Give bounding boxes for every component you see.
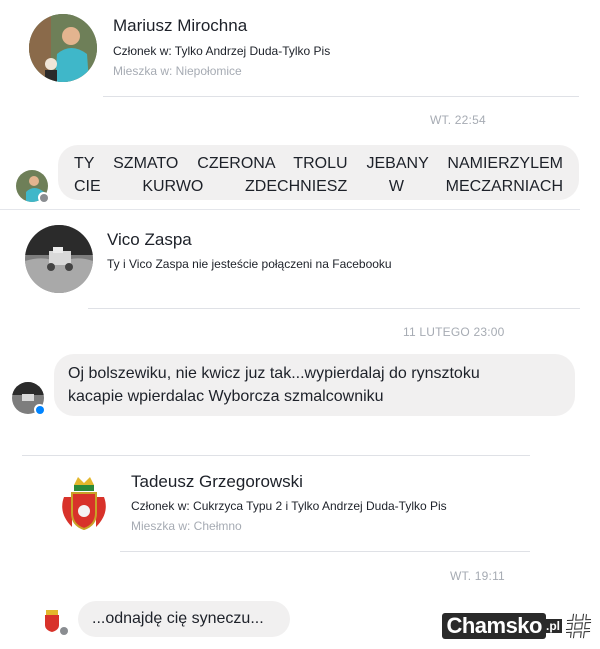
profile-avatar-coat-of-arms[interactable] [50, 467, 118, 535]
divider [88, 308, 580, 309]
messenger-badge [34, 404, 45, 415]
profile-name[interactable]: Vico Zaspa [107, 230, 192, 250]
message-timestamp: WT. 22:54 [430, 113, 486, 127]
watermark-suffix: .pl [544, 619, 562, 633]
divider [120, 551, 530, 552]
divider [22, 455, 530, 456]
message-bubble[interactable]: TY SZMATO CZERONA TROLU JEBANY NAMIERZYL… [58, 145, 579, 200]
profile-name[interactable]: Tadeusz Grzegorowski [131, 472, 303, 492]
profile-name[interactable]: Mariusz Mirochna [113, 16, 247, 36]
divider [103, 96, 579, 97]
message-line: kacapie wpierdalac Wyborcza szmalcowniku [68, 388, 384, 405]
thread-separator [0, 440, 580, 441]
profile-location: Mieszka w: Niepołomice [113, 64, 242, 78]
profile-location: Mieszka w: Chełmno [131, 519, 242, 533]
thread-separator [0, 209, 580, 210]
message-line: TY SZMATO CZERONA TROLU JEBANY NAMIERZYL… [74, 155, 563, 172]
message-line: Oj bolszewiku, nie kwicz juz tak...wypie… [68, 365, 480, 382]
message-timestamp: WT. 19:11 [450, 569, 505, 583]
message-timestamp: 11 LUTEGO 23:00 [403, 325, 505, 339]
message-bubble[interactable]: Oj bolszewiku, nie kwicz juz tak...wypie… [54, 354, 575, 416]
message-bubble[interactable]: ...odnajdę cię syneczu... [78, 601, 290, 637]
profile-avatar[interactable] [25, 225, 93, 293]
profile-membership: Członek w: Cukrzyca Typu 2 i Tylko Andrz… [131, 499, 447, 513]
message-line: ...odnajdę cię syneczu... [92, 610, 264, 627]
watermark-text: Chamsko [442, 613, 546, 639]
profile-membership: Członek w: Tylko Andrzej Duda-Tylko Pis [113, 44, 331, 58]
watermark-logo: Chamsko .pl [442, 611, 594, 641]
profile-connection: Ty i Vico Zaspa nie jesteście połączeni … [107, 257, 392, 271]
status-badge [58, 625, 69, 636]
hashtag-icon [565, 613, 592, 639]
status-badge [38, 192, 49, 203]
message-line: CIE KURWO ZDECHNIESZ W MECZARNIACH [74, 178, 563, 195]
profile-avatar[interactable] [29, 14, 97, 82]
